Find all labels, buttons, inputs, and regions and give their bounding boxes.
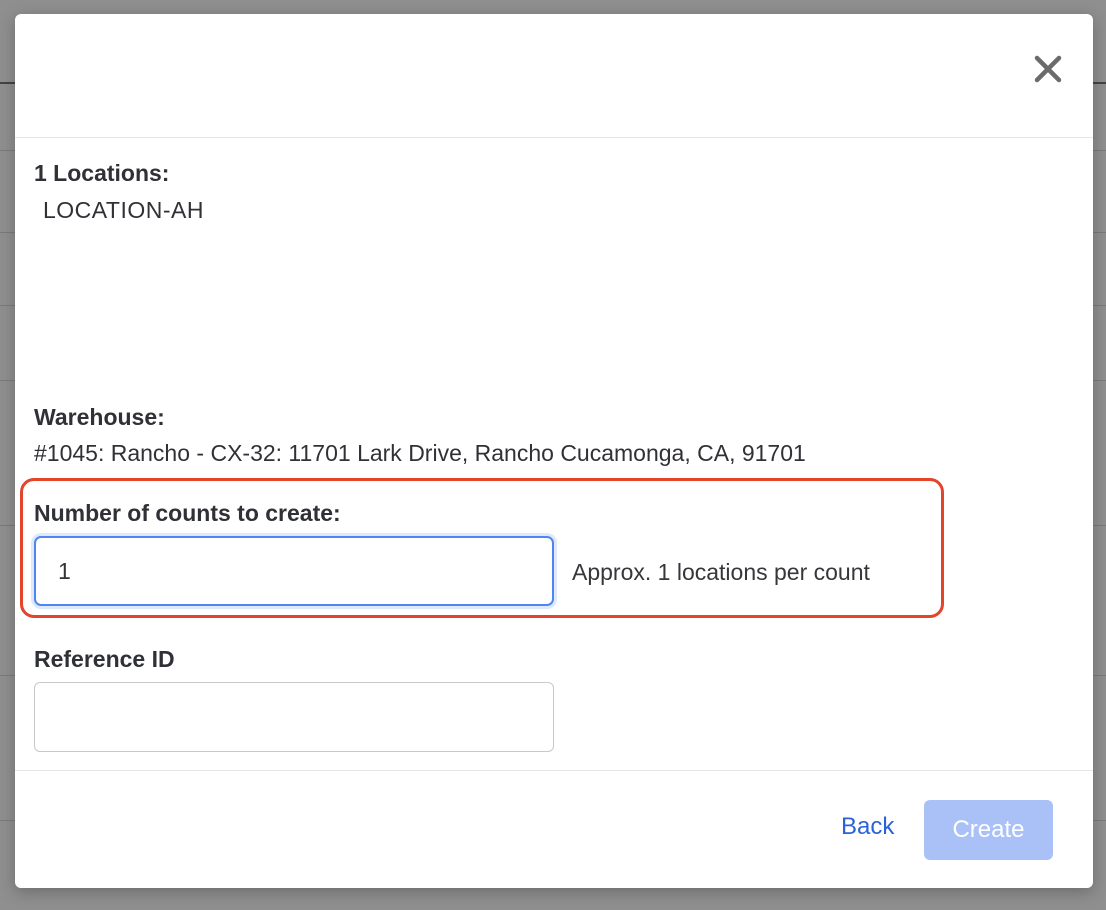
counts-label: Number of counts to create: xyxy=(34,500,341,526)
locations-value: LOCATION-AH xyxy=(43,197,204,223)
counts-input[interactable] xyxy=(34,536,554,606)
warehouse-value: #1045: Rancho - CX-32: 11701 Lark Drive,… xyxy=(34,440,806,466)
modal-footer: Back Create xyxy=(15,770,1093,888)
modal-body: 1 Locations: LOCATION-AH Warehouse: #104… xyxy=(15,138,1093,770)
reference-id-input[interactable] xyxy=(34,682,554,752)
create-counts-modal: 1 Locations: LOCATION-AH Warehouse: #104… xyxy=(15,14,1093,888)
approx-locations-text: Approx. 1 locations per count xyxy=(572,559,870,585)
back-button[interactable]: Back xyxy=(841,813,894,841)
warehouse-label: Warehouse: xyxy=(34,404,165,430)
modal-header xyxy=(15,14,1093,138)
close-icon xyxy=(1034,55,1062,83)
close-button[interactable] xyxy=(1031,52,1065,86)
locations-label: 1 Locations: xyxy=(34,160,170,186)
create-button[interactable]: Create xyxy=(924,800,1053,860)
reference-id-label: Reference ID xyxy=(34,646,175,672)
